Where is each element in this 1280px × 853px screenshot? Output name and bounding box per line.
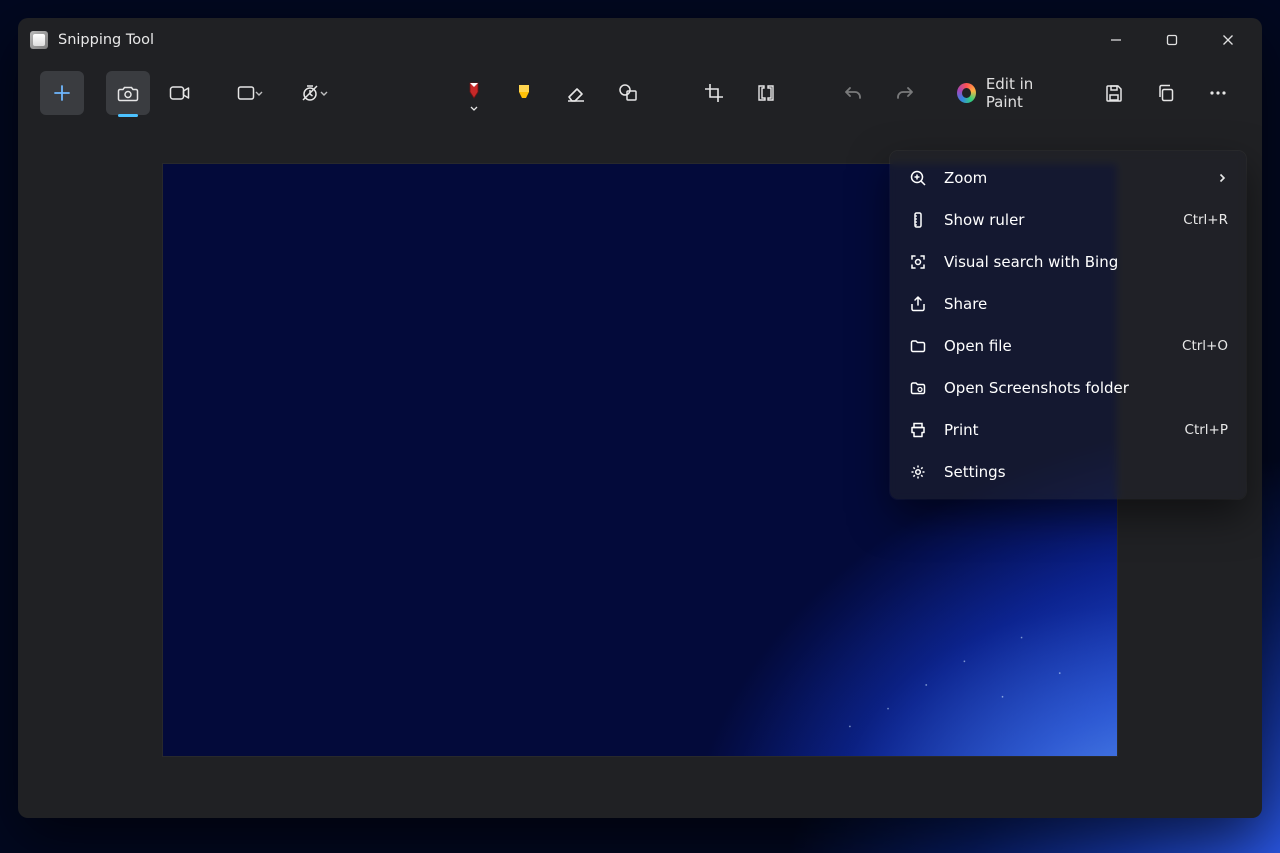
mode-video-button[interactable] [158,71,202,115]
crop-tool-button[interactable] [692,71,736,115]
app-icon [30,31,48,49]
close-button[interactable] [1200,20,1256,60]
app-title: Snipping Tool [58,32,154,48]
title-left: Snipping Tool [30,31,154,49]
minimize-button[interactable] [1088,20,1144,60]
menu-item-shortcut: Ctrl+P [1185,422,1228,438]
settings-icon [908,462,928,482]
shapes-tool-button[interactable] [606,71,650,115]
folder-icon [908,378,928,398]
visual-search-icon [908,252,928,272]
delay-button[interactable] [287,71,343,115]
no-delay-icon [300,83,320,103]
zoom-icon [908,168,928,188]
toolbar: Edit in Paint [18,62,1262,124]
menu-item-folder[interactable]: Open Screenshots folder [896,367,1240,409]
redo-icon [895,84,915,102]
menu-item-label: Share [944,295,1228,313]
mode-screenshot-button[interactable] [106,71,150,115]
crop-icon [704,83,724,103]
menu-item-label: Settings [944,463,1228,481]
shapes-icon [617,83,639,103]
chevron-right-icon [1216,172,1228,184]
chevron-down-icon [253,87,265,99]
ruler-icon [908,210,928,230]
menu-item-shortcut: Ctrl+O [1182,338,1228,354]
close-icon [1222,34,1234,46]
menu-item-ruler[interactable]: Show ruler Ctrl+R [896,199,1240,241]
copy-button[interactable] [1144,71,1188,115]
camera-icon [117,83,139,103]
copy-icon [1156,83,1176,103]
window-controls [1088,20,1256,60]
menu-item-share[interactable]: Share [896,283,1240,325]
redo-button[interactable] [883,71,927,115]
video-icon [169,84,191,102]
new-snip-button[interactable] [40,71,84,115]
highlighter-tool-button[interactable] [502,71,546,115]
eraser-icon [565,83,587,103]
menu-item-visual-search[interactable]: Visual search with Bing [896,241,1240,283]
titlebar: Snipping Tool [18,18,1262,62]
menu-item-label: Zoom [944,169,1200,187]
more-menu-button[interactable] [1196,71,1240,115]
pen-tool-button[interactable] [454,71,494,115]
undo-button[interactable] [831,71,875,115]
plus-icon [53,84,71,102]
highlighter-icon [514,82,534,104]
snip-shape-button[interactable] [223,71,279,115]
share-icon [908,294,928,314]
text-extract-icon [756,83,776,103]
edit-in-paint-label: Edit in Paint [986,75,1070,111]
menu-item-label: Print [944,421,1169,439]
maximize-icon [1166,34,1178,46]
menu-item-label: Visual search with Bing [944,253,1228,271]
text-actions-button[interactable] [744,71,788,115]
menu-item-zoom[interactable]: Zoom [896,157,1240,199]
menu-item-label: Open file [944,337,1166,355]
app-window: Snipping Tool [18,18,1262,818]
chevron-down-icon [318,87,330,99]
maximize-button[interactable] [1144,20,1200,60]
paint-icon [957,83,976,103]
more-icon [1209,90,1227,96]
menu-item-shortcut: Ctrl+R [1183,212,1228,228]
save-icon [1104,83,1124,103]
chevron-down-icon [469,105,479,113]
menu-item-settings[interactable]: Settings [896,451,1240,493]
menu-item-print[interactable]: Print Ctrl+P [896,409,1240,451]
menu-item-label: Show ruler [944,211,1167,229]
eraser-tool-button[interactable] [554,71,598,115]
menu-item-label: Open Screenshots folder [944,379,1228,397]
more-menu: Zoom Show ruler Ctrl+R Visual search with B… [890,151,1246,499]
edit-in-paint-button[interactable]: Edit in Paint [943,71,1084,115]
print-icon [908,420,928,440]
minimize-icon [1110,34,1122,46]
menu-item-open-file[interactable]: Open file Ctrl+O [896,325,1240,367]
open-file-icon [908,336,928,356]
pen-icon [464,80,484,106]
save-button[interactable] [1092,71,1136,115]
undo-icon [843,84,863,102]
